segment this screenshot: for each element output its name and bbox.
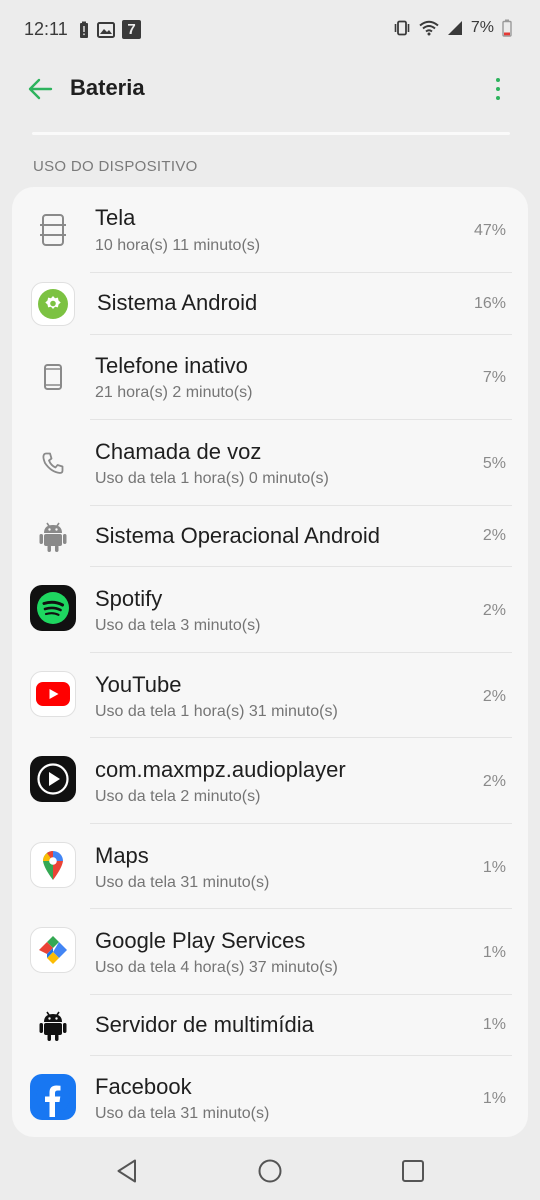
item-subtitle: Uso da tela 4 hora(s) 37 minuto(s) [95,959,338,976]
list-item-spotify[interactable]: Spotify Uso da tela 3 minuto(s) 2% [12,567,528,653]
system-nav-bar [0,1140,540,1200]
item-percent: 7% [482,369,506,386]
screen-icon [30,207,76,253]
list-item-facebook[interactable]: Facebook Uso da tela 31 minuto(s) 1% [12,1056,528,1137]
item-title: YouTube [95,672,182,697]
notification-badge: 7 [122,20,141,39]
item-title: com.maxmpz.audioplayer [95,757,346,782]
list-item-tela[interactable]: Tela 10 hora(s) 11 minuto(s) 47% [12,187,528,273]
android-os-icon [30,514,76,560]
item-title: Facebook [95,1074,192,1099]
item-percent: 1% [482,1090,506,1107]
list-item-maps[interactable]: Maps Uso da tela 31 minuto(s) 1% [12,824,528,909]
app-bar: Bateria [0,60,540,118]
item-subtitle: 10 hora(s) 11 minuto(s) [95,237,261,254]
list-item-audioplayer[interactable]: com.maxmpz.audioplayer Uso da tela 2 min… [12,738,528,824]
item-percent: 2% [482,602,506,619]
usage-list: Tela 10 hora(s) 11 minuto(s) 47% Sistema… [12,187,528,1137]
item-title: Chamada de voz [95,439,262,464]
nav-home-icon [258,1159,282,1183]
more-vert-dot [496,87,500,91]
item-percent: 1% [482,1016,506,1033]
item-title: Tela [95,205,136,230]
status-notification-icons: 7 [78,20,141,39]
list-item-servidor-de-multimidia[interactable]: Servidor de multimídia 1% [12,995,528,1056]
item-title: Google Play Services [95,928,306,953]
phone-idle-icon [30,354,76,400]
item-title: Servidor de multimídia [95,1012,314,1037]
item-title: Maps [95,843,149,868]
item-subtitle: Uso da tela 3 minuto(s) [95,617,261,634]
item-title: Sistema Operacional Android [95,523,380,548]
arrow-left-icon [28,78,53,100]
battery-low-icon [502,19,512,37]
status-bar: 12:11 7 7% [0,0,540,60]
nav-recents-button[interactable] [396,1154,430,1188]
list-item-sistema-android[interactable]: Sistema Android 16% [12,273,528,335]
item-subtitle: Uso da tela 2 minuto(s) [95,788,261,805]
list-item-google-play-services[interactable]: Google Play Services Uso da tela 4 hora(… [12,909,528,995]
item-subtitle: Uso da tela 31 minuto(s) [95,874,270,891]
nav-recents-icon [402,1160,424,1182]
gallery-icon [97,21,115,38]
item-subtitle: 21 hora(s) 2 minuto(s) [95,384,253,401]
nav-back-button[interactable] [110,1154,144,1188]
status-right-icons: 7% [393,19,512,37]
back-button[interactable] [22,72,58,106]
item-percent: 2% [482,773,506,790]
android-system-settings-icon [30,281,76,327]
wifi-icon [419,20,439,36]
maps-icon [30,842,76,888]
list-item-sistema-operacional-android[interactable]: Sistema Operacional Android 2% [12,506,528,567]
section-header: USO DO DISPOSITIVO [33,158,198,175]
audioplayer-icon [30,756,76,802]
list-item-youtube[interactable]: YouTube Uso da tela 1 hora(s) 31 minuto(… [12,653,528,738]
youtube-icon [30,671,76,717]
phone-call-icon [30,440,76,486]
top-divider [32,132,510,135]
item-title: Spotify [95,586,163,611]
item-percent: 2% [482,688,506,705]
battery-percent: 7% [470,19,494,36]
item-percent: 16% [473,295,506,312]
item-percent: 5% [482,455,506,472]
item-subtitle: Uso da tela 31 minuto(s) [95,1105,270,1122]
status-time: 12:11 [24,19,68,39]
list-item-chamada-de-voz[interactable]: Chamada de voz Uso da tela 1 hora(s) 0 m… [12,420,528,506]
page-title: Bateria [70,75,145,100]
nav-home-button[interactable] [253,1154,287,1188]
spotify-icon [30,585,76,631]
item-percent: 1% [482,944,506,961]
item-percent: 1% [482,859,506,876]
facebook-icon [30,1074,76,1120]
item-subtitle: Uso da tela 1 hora(s) 0 minuto(s) [95,470,329,487]
item-percent: 47% [473,222,506,239]
more-vert-dot [496,96,500,100]
vibrate-icon [394,20,410,36]
item-percent: 2% [482,527,506,544]
nav-back-icon [117,1159,136,1183]
signal-icon [447,21,462,35]
google-play-services-icon [30,927,76,973]
battery-alert-icon [80,21,88,38]
more-options-button[interactable] [486,72,510,106]
item-title: Sistema Android [97,290,258,315]
item-subtitle: Uso da tela 1 hora(s) 31 minuto(s) [95,703,338,720]
more-vert-icon [496,78,500,82]
list-item-telefone-inativo[interactable]: Telefone inativo 21 hora(s) 2 minuto(s) … [12,335,528,420]
item-title: Telefone inativo [95,353,248,378]
android-media-server-icon [30,1003,76,1049]
